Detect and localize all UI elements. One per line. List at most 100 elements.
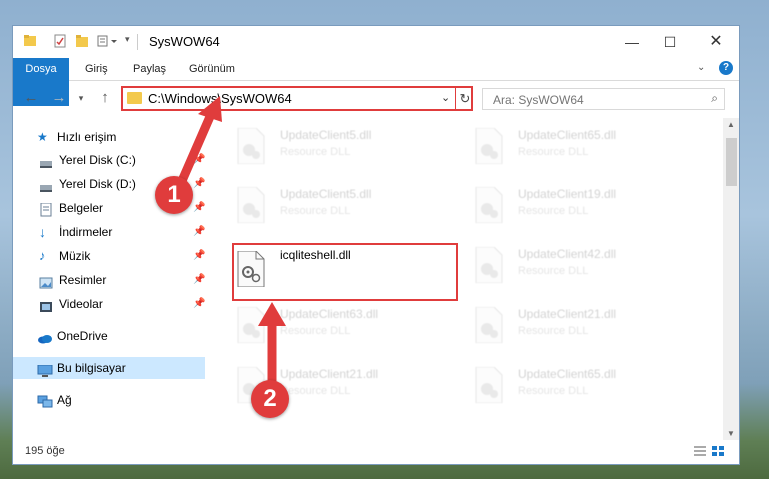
sidebar-item-label: Yerel Disk (D:): [59, 177, 136, 191]
details-view-icon[interactable]: [693, 445, 707, 457]
sidebar-item-network[interactable]: Ağ: [13, 389, 205, 411]
file-description: Resource DLL: [518, 385, 589, 397]
file-description: Resource DLL: [280, 146, 351, 158]
file-name: UpdateClient65.dll: [518, 128, 617, 142]
sidebar-item-onedrive[interactable]: OneDrive: [13, 325, 205, 347]
ribbon-tabs: Dosya Giriş Paylaş Görünüm ⌄ ?: [13, 58, 739, 106]
file-name: icqliteshell.dll: [280, 248, 351, 262]
dll-file-icon: [236, 250, 266, 288]
title-bar: ▾ SysWOW64 — ☐ ✕: [13, 26, 739, 58]
forward-arrow-icon[interactable]: →: [49, 88, 69, 108]
file-name: UpdateClient21.dll: [518, 307, 617, 321]
videos-icon: [39, 298, 52, 312]
item-count: 195 öğe: [25, 445, 65, 457]
download-icon: ↓: [39, 224, 46, 240]
back-arrow-icon[interactable]: ←: [21, 88, 41, 108]
dll-file-icon: [474, 127, 504, 165]
dll-file-icon: [474, 306, 504, 344]
window-title: SysWOW64: [149, 34, 220, 49]
search-icon: ⌕: [711, 91, 718, 105]
file-name: UpdateClient19.dll: [518, 187, 617, 201]
drive-icon: [39, 178, 52, 192]
sidebar-item-label: Müzik: [59, 249, 91, 263]
pin-icon[interactable]: 📌: [193, 293, 205, 315]
cloud-icon: [37, 330, 52, 344]
scroll-down-icon[interactable]: ▼: [727, 429, 735, 438]
search-input[interactable]: [491, 91, 700, 109]
file-item[interactable]: UpdateClient65.dll Resource DLL: [470, 124, 690, 172]
file-description: Resource DLL: [518, 146, 589, 158]
file-name: UpdateClient65.dll: [518, 367, 617, 381]
file-item[interactable]: UpdateClient5.dll Resource DLL: [232, 183, 452, 231]
dll-file-icon: [474, 366, 504, 404]
file-description: Resource DLL: [280, 205, 351, 217]
documents-icon: [39, 202, 52, 217]
up-arrow-icon[interactable]: ↑: [95, 88, 115, 108]
scroll-up-icon[interactable]: ▲: [727, 120, 735, 129]
dll-file-icon: [474, 186, 504, 224]
dll-file-icon: [236, 186, 266, 224]
sidebar-item-label: Belgeler: [59, 201, 104, 215]
title-separator: [137, 34, 138, 50]
scroll-thumb[interactable]: [726, 138, 737, 186]
expand-ribbon-icon[interactable]: ⌄: [697, 62, 705, 73]
sidebar-item-music[interactable]: ♪ Müzik 📌: [13, 245, 205, 267]
file-item[interactable]: UpdateClient5.dll Resource DLL: [232, 124, 452, 172]
sidebar-item-label: Hızlı erişim: [57, 130, 117, 144]
star-icon: ★: [37, 130, 48, 144]
tab-share[interactable]: Paylaş: [125, 58, 174, 80]
highlighted-file-item[interactable]: icqliteshell.dll: [232, 243, 458, 301]
pin-icon[interactable]: 📌: [193, 269, 205, 291]
sidebar-item-label: Bu bilgisayar: [57, 361, 126, 375]
file-name: UpdateClient5.dll: [280, 128, 372, 142]
pin-icon[interactable]: 📌: [193, 245, 205, 267]
sidebar-item-label: Resimler: [59, 273, 107, 287]
search-box[interactable]: ⌕: [482, 88, 725, 110]
chevron-down-icon[interactable]: ⌄: [441, 91, 450, 104]
file-item[interactable]: UpdateClient21.dll Resource DLL: [470, 303, 690, 351]
file-name: UpdateClient5.dll: [280, 187, 372, 201]
dll-file-icon: [474, 246, 504, 284]
sidebar-item-label: Yerel Disk (C:): [59, 153, 136, 167]
sidebar-item-label: Ağ: [57, 393, 72, 407]
customize-toolbar-icon[interactable]: [97, 34, 119, 51]
sidebar-item-label: OneDrive: [57, 329, 108, 343]
sidebar-item-videos[interactable]: Videolar 📌: [13, 293, 205, 315]
vertical-scrollbar[interactable]: ▲ ▼: [723, 118, 739, 440]
pin-icon[interactable]: 📌: [193, 197, 205, 219]
folder-icon: [23, 34, 37, 51]
step-badge-2: 2: [251, 380, 289, 418]
file-item[interactable]: UpdateClient65.dll Resource DLL: [470, 363, 690, 411]
drive-icon: [39, 154, 52, 168]
file-description: Resource DLL: [518, 205, 589, 217]
minimize-button[interactable]: —: [617, 30, 647, 54]
file-name: UpdateClient42.dll: [518, 247, 617, 261]
sidebar-item-pictures[interactable]: Resimler 📌: [13, 269, 205, 291]
recent-locations-icon[interactable]: ▾: [71, 88, 91, 108]
network-icon: [37, 394, 53, 408]
status-bar: 195 öğe: [13, 440, 739, 464]
maximize-button[interactable]: ☐: [655, 30, 685, 54]
step-badge-1: 1: [155, 176, 193, 214]
help-icon[interactable]: ?: [719, 61, 733, 75]
pictures-icon: [39, 274, 53, 289]
sidebar-item-label: İndirmeler: [59, 225, 113, 239]
music-icon: ♪: [39, 248, 46, 263]
sidebar-item-this-pc[interactable]: Bu bilgisayar: [13, 357, 205, 379]
tiles-view-icon[interactable]: [711, 445, 725, 457]
refresh-icon[interactable]: ↻: [455, 88, 474, 109]
sidebar-item-downloads[interactable]: ↓ İndirmeler 📌: [13, 221, 205, 243]
chevron-down-icon[interactable]: ▾: [125, 34, 130, 45]
properties-icon[interactable]: [53, 34, 67, 51]
file-item[interactable]: UpdateClient19.dll Resource DLL: [470, 183, 690, 231]
folder-icon: [127, 92, 142, 104]
computer-icon: [37, 362, 53, 377]
file-item[interactable]: UpdateClient42.dll Resource DLL: [470, 243, 690, 291]
pin-icon[interactable]: 📌: [193, 221, 205, 243]
tab-view[interactable]: Görünüm: [181, 58, 243, 80]
new-folder-icon[interactable]: [75, 34, 89, 51]
close-button[interactable]: ✕: [701, 30, 731, 54]
explorer-window: ▾ SysWOW64 — ☐ ✕ Dosya Giriş Paylaş Görü…: [12, 25, 740, 465]
sidebar-item-label: Videolar: [59, 297, 103, 311]
tab-home[interactable]: Giriş: [77, 58, 116, 80]
